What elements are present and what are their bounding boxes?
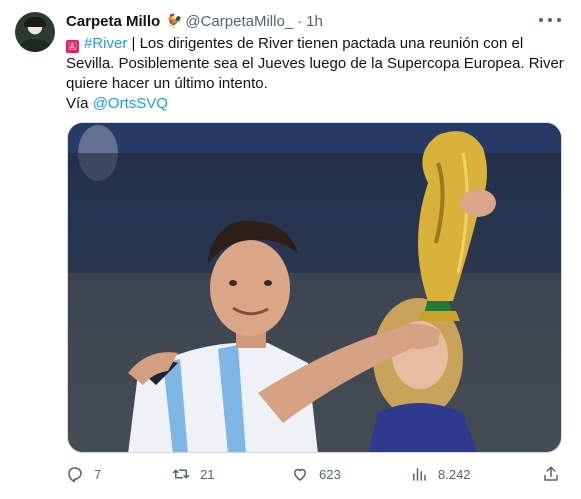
more-dot bbox=[539, 18, 543, 22]
reply-icon bbox=[68, 467, 82, 483]
tweet-photo[interactable] bbox=[67, 122, 562, 453]
avatar-cap bbox=[24, 17, 46, 27]
tweet-header: Carpeta Millo 🐓 @CarpetaMillo_ · 1h bbox=[66, 10, 323, 32]
views-count: 8.242 bbox=[438, 466, 471, 482]
mention-link[interactable]: @OrtsSVQ bbox=[93, 95, 168, 112]
retweet-icon bbox=[172, 469, 190, 479]
tweet-text-line-3: quiere hacer un último intento. bbox=[66, 75, 268, 92]
tweet-text-segment: | Los dirigentes de River tienen pactada… bbox=[127, 35, 524, 52]
more-icon[interactable] bbox=[539, 11, 561, 29]
tweet-text-line-2: Sevilla. Posiblemente sea el Jueves lueg… bbox=[66, 55, 564, 72]
views-button[interactable]: 8.242 bbox=[410, 465, 471, 483]
display-name[interactable]: Carpeta Millo bbox=[66, 13, 160, 30]
share-icon bbox=[544, 466, 558, 481]
like-button[interactable]: 623 bbox=[291, 465, 341, 483]
action-bar: 7 21 623 8.242 bbox=[66, 463, 562, 487]
avatar-shirt bbox=[18, 39, 52, 52]
user-handle[interactable]: @CarpetaMillo_ bbox=[185, 13, 293, 30]
tweet-text-line-4: Vía @OrtsSVQ bbox=[66, 94, 561, 114]
tweet-text: 🇦 #River | Los dirigentes de River tienen… bbox=[66, 34, 564, 114]
avatar[interactable] bbox=[15, 12, 55, 52]
share-button[interactable] bbox=[542, 465, 560, 483]
red-flag-emoji-icon: 🇦 bbox=[66, 40, 79, 53]
more-dot bbox=[548, 18, 552, 22]
hashtag-link[interactable]: #River bbox=[84, 35, 127, 52]
reply-count: 7 bbox=[94, 466, 102, 482]
separator-dot: · bbox=[297, 12, 303, 30]
retweet-button[interactable]: 21 bbox=[172, 465, 214, 483]
more-dot bbox=[557, 18, 561, 22]
tweet-card[interactable]: Carpeta Millo 🐓 @CarpetaMillo_ · 1h 🇦 #Ri… bbox=[0, 0, 581, 499]
via-label: Vía bbox=[66, 95, 93, 112]
heart-icon bbox=[294, 468, 306, 481]
like-count: 623 bbox=[319, 466, 341, 482]
reply-button[interactable]: 7 bbox=[66, 465, 101, 483]
retweet-count: 21 bbox=[200, 466, 215, 482]
rooster-emoji-icon: 🐓 bbox=[166, 13, 183, 28]
timestamp[interactable]: 1h bbox=[306, 13, 323, 30]
analytics-icon bbox=[413, 468, 426, 481]
photo-illustration bbox=[68, 123, 561, 452]
tweet-text-line-1: 🇦 #River | Los dirigentes de River tienen… bbox=[66, 34, 561, 54]
